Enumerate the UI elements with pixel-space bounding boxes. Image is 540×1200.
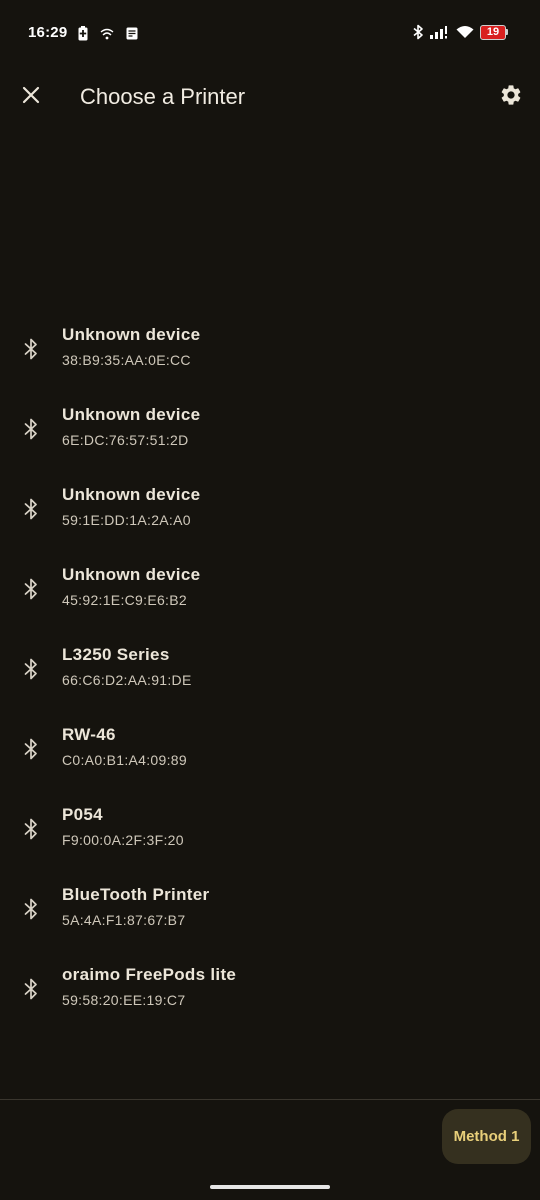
status-left-icons xyxy=(78,26,138,41)
wifi-icon xyxy=(456,26,474,38)
device-list-item[interactable]: BlueTooth Printer 5A:4A:F1:87:67:B7 xyxy=(0,868,540,948)
device-name: Unknown device xyxy=(62,405,201,424)
device-mac-address: 59:1E:DD:1A:2A:A0 xyxy=(62,512,191,528)
device-list-item[interactable]: Unknown device 38:B9:35:AA:0E:CC xyxy=(0,308,540,388)
signal-icon xyxy=(430,26,447,39)
status-time: 16:29 xyxy=(28,24,68,41)
device-list-item[interactable]: Unknown device 6E:DC:76:57:51:2D xyxy=(0,388,540,468)
device-list-item[interactable]: RW-46 C0:A0:B1:A4:09:89 xyxy=(0,708,540,788)
bluetooth-icon xyxy=(20,815,42,843)
bluetooth-icon xyxy=(413,24,423,40)
device-name: P054 xyxy=(62,805,103,824)
device-mac-address: 6E:DC:76:57:51:2D xyxy=(62,432,189,448)
cast-icon xyxy=(100,28,114,39)
bluetooth-icon xyxy=(20,495,42,523)
bluetooth-icon xyxy=(20,575,42,603)
bluetooth-icon xyxy=(20,655,42,683)
device-name: L3250 Series xyxy=(62,645,170,664)
device-list-item[interactable]: Unknown device 59:1E:DD:1A:2A:A0 xyxy=(0,468,540,548)
device-name: Unknown device xyxy=(62,325,201,344)
app-bar: Choose a Printer xyxy=(0,64,540,128)
device-name: RW-46 xyxy=(62,725,116,744)
printer-chooser-screen: 16:29 19 Choose a Printer Unknown device… xyxy=(0,0,540,1200)
device-name: Unknown device xyxy=(62,485,201,504)
device-list-item[interactable]: Unknown device 45:92:1E:C9:E6:B2 xyxy=(0,548,540,628)
battery-level: 19 xyxy=(480,24,506,40)
battery-saver-icon xyxy=(78,26,88,41)
battery-icon: 19 xyxy=(480,24,508,40)
gear-icon xyxy=(501,85,521,105)
notes-icon xyxy=(126,27,138,40)
device-mac-address: 59:58:20:EE:19:C7 xyxy=(62,992,186,1008)
bluetooth-icon xyxy=(20,735,42,763)
device-name: Unknown device xyxy=(62,565,201,584)
close-button[interactable] xyxy=(14,78,48,112)
device-mac-address: C0:A0:B1:A4:09:89 xyxy=(62,752,187,768)
bottom-divider xyxy=(0,1099,540,1100)
bluetooth-icon xyxy=(20,335,42,363)
close-icon xyxy=(22,86,40,104)
battery-tip xyxy=(506,29,508,35)
settings-button[interactable] xyxy=(494,78,528,112)
page-title: Choose a Printer xyxy=(80,84,246,109)
device-list-item[interactable]: L3250 Series 66:C6:D2:AA:91:DE xyxy=(0,628,540,708)
device-mac-address: 45:92:1E:C9:E6:B2 xyxy=(62,592,187,608)
device-list-item[interactable]: P054 F9:00:0A:2F:3F:20 xyxy=(0,788,540,868)
bluetooth-icon xyxy=(20,975,42,1003)
device-name: BlueTooth Printer xyxy=(62,885,210,904)
home-indicator[interactable] xyxy=(210,1185,330,1189)
device-list-item[interactable]: oraimo FreePods lite 59:58:20:EE:19:C7 xyxy=(0,948,540,1028)
status-bar: 16:29 19 xyxy=(0,0,540,64)
device-list: Unknown device 38:B9:35:AA:0E:CC Unknown… xyxy=(0,308,540,1028)
device-name: oraimo FreePods lite xyxy=(62,965,237,984)
device-mac-address: 38:B9:35:AA:0E:CC xyxy=(62,352,191,368)
bluetooth-icon xyxy=(20,895,42,923)
bluetooth-icon xyxy=(20,415,42,443)
device-mac-address: 66:C6:D2:AA:91:DE xyxy=(62,672,192,688)
device-mac-address: 5A:4A:F1:87:67:B7 xyxy=(62,912,186,928)
device-mac-address: F9:00:0A:2F:3F:20 xyxy=(62,832,184,848)
method-button[interactable]: Method 1 xyxy=(442,1109,531,1164)
status-right-icons: 19 xyxy=(413,24,508,40)
